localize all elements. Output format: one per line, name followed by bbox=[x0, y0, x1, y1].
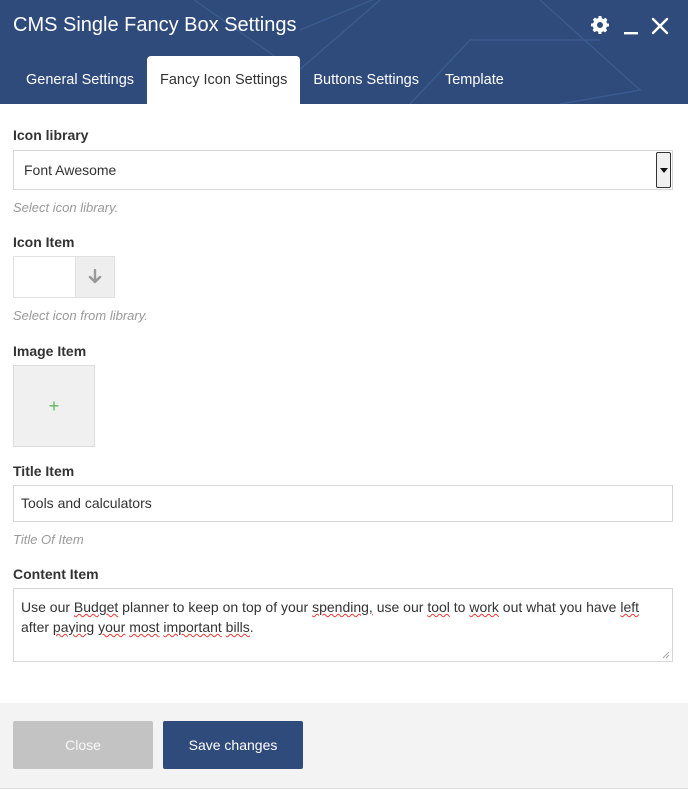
icon-item-label: Icon Item bbox=[13, 234, 75, 250]
gear-icon[interactable] bbox=[590, 15, 610, 40]
icon-preview[interactable] bbox=[14, 257, 75, 297]
content-item-textarea[interactable]: Use our Budget planner to keep on top of… bbox=[13, 588, 673, 662]
icon-library-help: Select icon library. bbox=[13, 200, 119, 215]
plus-icon: + bbox=[48, 395, 60, 416]
tab-general-settings[interactable]: General Settings bbox=[13, 56, 147, 104]
icon-picker bbox=[13, 256, 115, 298]
icon-picker-button[interactable] bbox=[75, 257, 114, 297]
modal-footer: Close Save changes bbox=[0, 703, 688, 789]
save-changes-button[interactable]: Save changes bbox=[163, 721, 303, 769]
modal-title: CMS Single Fancy Box Settings bbox=[13, 14, 297, 36]
icon-library-label: Icon library bbox=[13, 127, 89, 143]
arrow-down-icon bbox=[88, 269, 102, 284]
title-item-help: Title Of Item bbox=[13, 532, 84, 547]
icon-library-select[interactable]: Font Awesome bbox=[13, 150, 673, 190]
modal-header: CMS Single Fancy Box Settings General Se… bbox=[0, 0, 688, 104]
image-item-label: Image Item bbox=[13, 343, 87, 359]
close-icon[interactable] bbox=[651, 17, 669, 40]
tab-template[interactable]: Template bbox=[432, 56, 517, 104]
add-image-button[interactable]: + bbox=[13, 365, 95, 447]
title-item-label: Title Item bbox=[13, 463, 75, 479]
icon-library-value: Font Awesome bbox=[24, 162, 117, 178]
resize-grip-icon[interactable] bbox=[661, 650, 670, 659]
minimize-icon[interactable] bbox=[623, 17, 639, 42]
settings-tabs: General Settings Fancy Icon Settings But… bbox=[13, 56, 517, 104]
title-item-input[interactable]: Tools and calculators bbox=[13, 485, 673, 522]
icon-item-help: Select icon from library. bbox=[13, 308, 148, 323]
tab-fancy-icon-settings[interactable]: Fancy Icon Settings bbox=[147, 56, 301, 104]
close-button[interactable]: Close bbox=[13, 721, 153, 769]
tab-buttons-settings[interactable]: Buttons Settings bbox=[300, 56, 432, 104]
content-item-label: Content Item bbox=[13, 566, 99, 582]
chevron-down-icon[interactable] bbox=[656, 152, 671, 188]
